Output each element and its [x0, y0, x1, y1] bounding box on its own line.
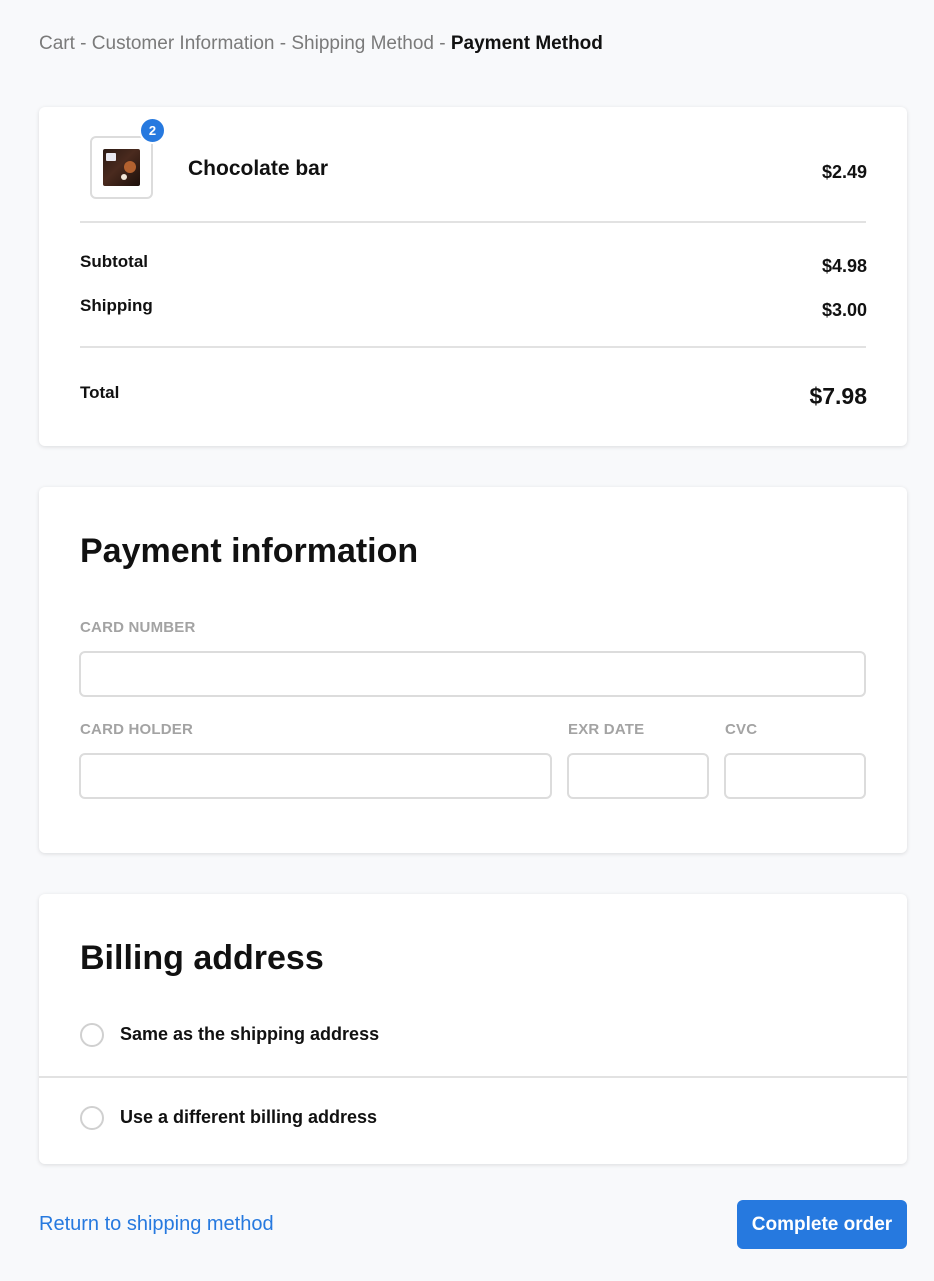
shipping-value: $3.00 — [821, 300, 867, 320]
breadcrumb-customer-information[interactable]: Customer Information — [92, 33, 275, 54]
total-label: Total — [80, 383, 120, 402]
billing-option-different[interactable]: Use a different billing address — [39, 1088, 907, 1148]
billing-divider — [39, 1076, 907, 1078]
quantity-badge: 2 — [139, 117, 166, 144]
chocolate-bar-image — [103, 149, 140, 186]
breadcrumb-separator: - — [274, 33, 292, 54]
breadcrumb-payment-method: Payment Method — [450, 33, 603, 54]
billing-option-label: Same as the shipping address — [120, 1024, 380, 1044]
shipping-label: Shipping — [80, 296, 153, 315]
payment-card: Payment information CARD NUMBER CARD HOL… — [39, 487, 907, 853]
payment-title: Payment information — [80, 532, 419, 570]
product-thumbnail — [90, 136, 153, 199]
summary-divider — [80, 346, 866, 348]
breadcrumb-separator: - — [74, 33, 92, 54]
cvc-input[interactable] — [724, 753, 866, 799]
billing-card: Billing address Same as the shipping add… — [39, 894, 907, 1164]
billing-title: Billing address — [80, 939, 324, 977]
radio-button[interactable] — [80, 1023, 104, 1047]
billing-option-label: Use a different billing address — [120, 1107, 378, 1127]
breadcrumb-cart[interactable]: Cart — [39, 33, 75, 54]
card-number-label: CARD NUMBER — [80, 619, 196, 636]
exp-date-input[interactable] — [567, 753, 709, 799]
total-value: $7.98 — [809, 383, 867, 409]
item-name: Chocolate bar — [188, 157, 329, 180]
exp-date-label: EXR DATE — [568, 721, 645, 738]
breadcrumb-shipping-method[interactable]: Shipping Method — [291, 33, 434, 54]
order-summary-card: 2 Chocolate bar $2.49 Subtotal $4.98 Shi… — [39, 107, 907, 446]
cvc-label: CVC — [725, 721, 758, 738]
breadcrumb: Cart - Customer Information - Shipping M… — [39, 33, 603, 55]
breadcrumb-separator: - — [433, 33, 451, 54]
billing-option-same[interactable]: Same as the shipping address — [39, 1005, 907, 1065]
subtotal-label: Subtotal — [80, 252, 148, 271]
card-holder-label: CARD HOLDER — [80, 721, 194, 738]
radio-button[interactable] — [80, 1106, 104, 1130]
subtotal-value: $4.98 — [821, 256, 867, 276]
card-holder-input[interactable] — [79, 753, 552, 799]
card-number-input[interactable] — [79, 651, 866, 697]
summary-divider — [80, 221, 866, 223]
item-price: $2.49 — [821, 162, 867, 182]
complete-order-button[interactable]: Complete order — [737, 1200, 907, 1249]
return-to-shipping-link[interactable]: Return to shipping method — [39, 1213, 274, 1236]
